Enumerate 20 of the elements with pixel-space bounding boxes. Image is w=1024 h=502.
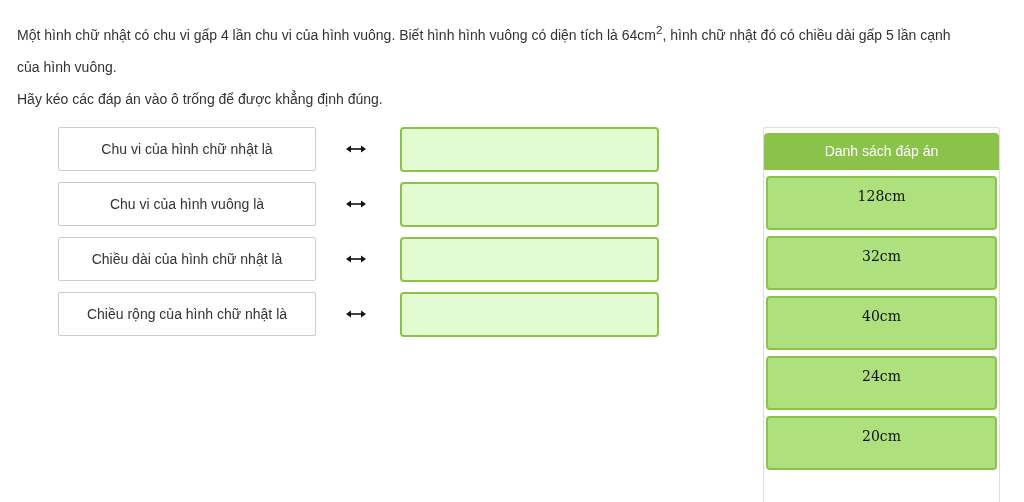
statement-card: Chu vi của hình chữ nhật là [58, 127, 316, 172]
answer-card[interactable]: 24cm [766, 355, 997, 410]
drop-zone[interactable] [400, 126, 659, 172]
statement-card: Chiều rộng của hình chữ nhật là [58, 292, 316, 337]
double-arrow-icon [346, 199, 366, 210]
statement-card: Chiều dài của hình chữ nhật là [58, 237, 316, 282]
answer-card[interactable]: 32cm [766, 235, 997, 290]
question-text: Một hình chữ nhật có chu vi gấp 4 lần chu vi của hình vuông. Biết hình hình vuông có diện tích là 64cm$^{2}$, hình chữ nhật đó có chiều dài gấp 5 lần cạnh của hình vuông. [17, 22, 952, 77]
double-arrow-icon [346, 309, 366, 320]
panel-header: Danh sách đáp án [764, 132, 999, 170]
double-arrow-icon [346, 254, 366, 265]
answer-card[interactable]: 40cm [766, 295, 997, 350]
answer-card[interactable]: 128cm [766, 175, 997, 230]
drop-zone[interactable] [400, 181, 659, 227]
question-text: Hãy kéo các đáp án vào ô trống để được khẳng định đúng. [17, 89, 384, 109]
drop-zone[interactable] [400, 291, 659, 337]
double-arrow-icon [346, 144, 366, 155]
answer-card[interactable]: 20cm [766, 415, 997, 470]
statement-card: Chu vi của hình vuông là [58, 182, 316, 227]
drop-zone[interactable] [400, 236, 659, 282]
